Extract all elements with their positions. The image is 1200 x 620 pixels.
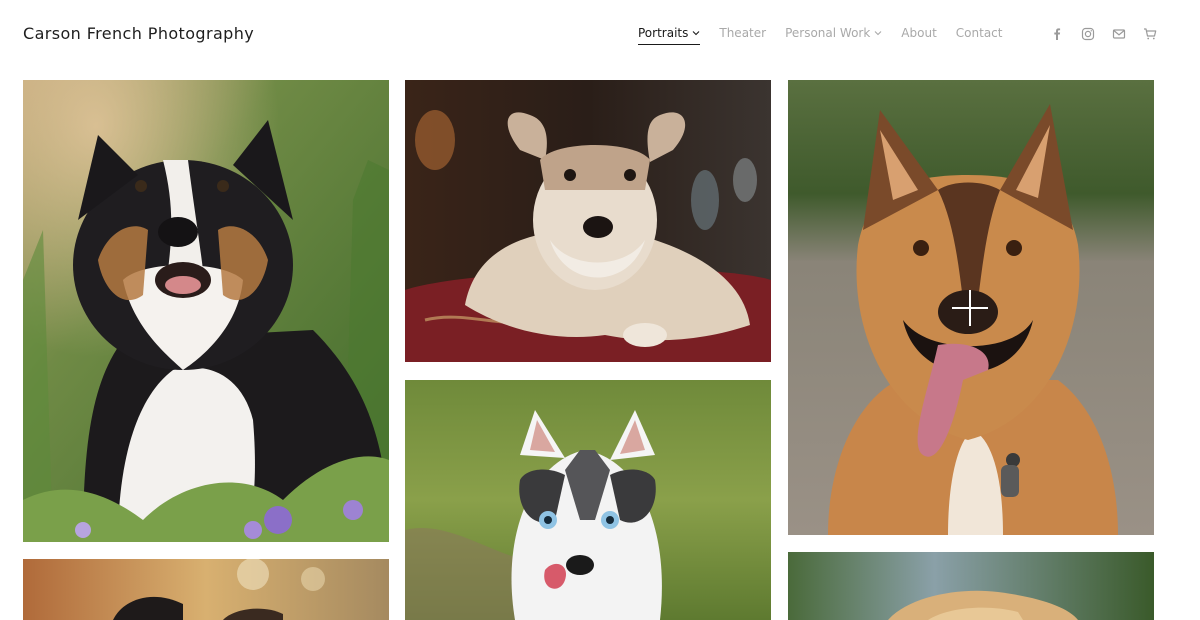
gallery-photo-husky[interactable] <box>405 380 771 620</box>
nav-item-theater[interactable]: Theater <box>719 26 766 45</box>
photo-image <box>23 559 389 620</box>
nav-item-about[interactable]: About <box>901 26 936 45</box>
gallery-photo-shepherd[interactable] <box>788 80 1154 535</box>
gallery-photo-partial-left[interactable] <box>23 559 389 620</box>
photo-image <box>405 380 771 620</box>
cart-icon[interactable] <box>1143 27 1157 41</box>
nav-item-label: Portraits <box>638 26 689 40</box>
nav-item-portraits[interactable]: Portraits <box>638 26 701 45</box>
social-links <box>1050 27 1174 41</box>
site-title[interactable]: Carson French Photography <box>23 24 254 43</box>
photo-image <box>23 80 389 542</box>
gallery-photo-aussie[interactable] <box>23 80 389 542</box>
gallery-photo-schnauzer[interactable] <box>405 80 771 362</box>
nav-item-contact[interactable]: Contact <box>956 26 1003 45</box>
facebook-icon[interactable] <box>1050 27 1064 41</box>
photo-image <box>788 80 1154 535</box>
nav-item-personal-work[interactable]: Personal Work <box>785 26 882 45</box>
main-nav: Portraits Theater Personal Work About Co… <box>638 26 1021 50</box>
photo-image <box>788 552 1154 620</box>
chevron-down-icon <box>874 31 882 36</box>
chevron-down-icon <box>692 31 700 36</box>
instagram-icon[interactable] <box>1081 27 1095 41</box>
nav-item-label: Contact <box>955 26 1003 40</box>
gallery-photo-partial-right[interactable] <box>788 552 1154 620</box>
photo-image <box>405 80 771 362</box>
nav-item-label: About <box>901 26 937 40</box>
nav-item-label: Theater <box>719 26 767 40</box>
email-icon[interactable] <box>1112 27 1126 41</box>
nav-item-label: Personal Work <box>785 26 871 40</box>
